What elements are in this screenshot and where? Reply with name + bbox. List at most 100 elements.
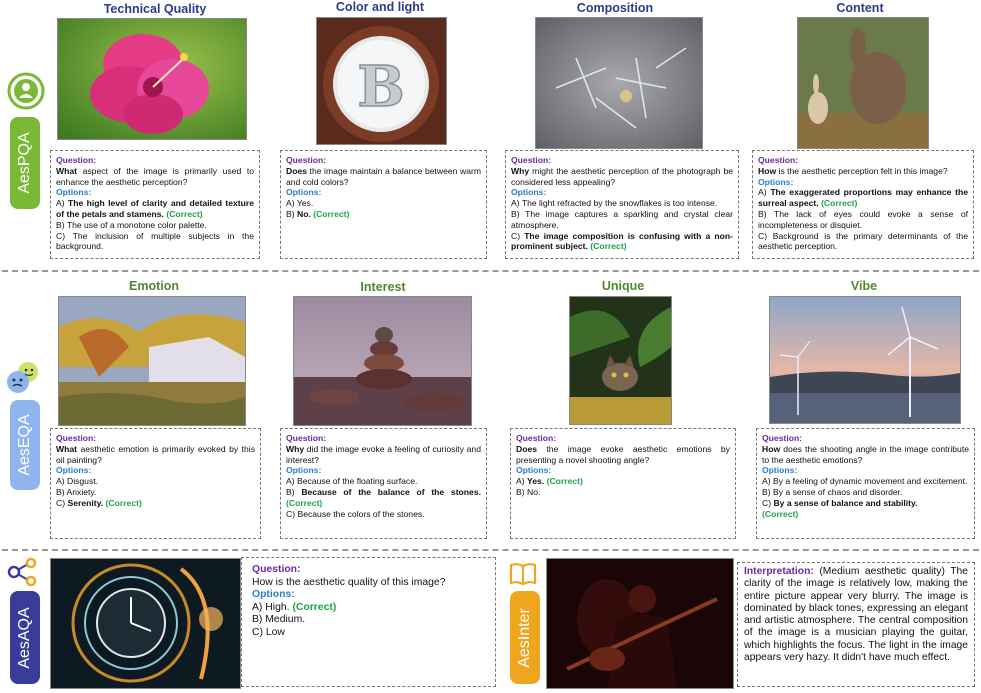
option-a-prefix: A): [758, 187, 771, 198]
correct-tag: (Correct): [546, 476, 583, 487]
options-label: Options:: [762, 465, 798, 476]
title-interest: Interest: [360, 280, 406, 294]
option-a: A) Disgust.: [56, 476, 99, 487]
question-box-interest: Question: Why did the image evoke a feel…: [280, 428, 487, 539]
photo-cat-in-leaves: [569, 296, 672, 425]
correct-tag: (Correct): [590, 241, 627, 252]
correct-tag: (Correct): [286, 497, 323, 508]
question-text: might the aesthetic perception of the ph…: [511, 165, 733, 187]
question-keyword: Why: [286, 443, 305, 454]
option-c-prefix: C): [56, 497, 68, 508]
section-divider-2: [2, 549, 979, 551]
option-b: B) The image captures a sparkling and cr…: [511, 208, 733, 230]
title-unique: Unique: [601, 279, 645, 293]
photo-clock-artwork: [50, 558, 241, 689]
question-label: Question:: [286, 433, 327, 443]
question-keyword: Does: [516, 443, 538, 454]
option-a: A) Yes.: [286, 198, 314, 209]
options-label: Options:: [56, 465, 92, 476]
options-label: Options:: [286, 465, 322, 476]
aesaqa-side-label: AesAQA: [10, 591, 40, 684]
correct-tag: (Correct): [166, 208, 203, 219]
photo-guitarist: [546, 558, 734, 689]
correct-tag: (Correct): [821, 198, 858, 209]
photo-rabbits: [797, 17, 929, 149]
question-label: Question:: [516, 433, 557, 443]
photo-pink-flower: [57, 18, 247, 140]
question-text: does the shooting angle in the image con…: [762, 443, 969, 465]
question-label: Question:: [56, 155, 97, 165]
question-text: is the aesthetic perception felt in this…: [776, 165, 948, 176]
question-text: the image maintain a balance between war…: [286, 165, 481, 187]
option-a-prefix: A): [56, 198, 68, 209]
question-label: Question:: [56, 433, 97, 443]
title-emotion: Emotion: [129, 279, 179, 293]
correct-tag: (Correct): [762, 508, 799, 519]
photo-coffee-cup: B: [316, 17, 447, 145]
option-a-prefix: A): [516, 476, 527, 487]
question-keyword: How: [762, 443, 781, 454]
photo-snowflakes: [535, 17, 703, 149]
title-content: Content: [836, 1, 884, 15]
options-label: Options:: [758, 176, 794, 187]
question-label: Question:: [286, 155, 327, 165]
aeseqa-side-label: AesEQA: [10, 400, 40, 490]
svg-text:B: B: [357, 54, 404, 120]
question-text: did the image evoke a feeling of curiosi…: [286, 443, 481, 465]
question-box-content: Question: How is the aesthetic perceptio…: [752, 150, 974, 259]
options-label: Options:: [516, 465, 552, 476]
aespqa-icon: [7, 72, 45, 110]
options-label: Options:: [56, 187, 92, 198]
options-label: Options:: [252, 589, 295, 601]
option-b: B) Medium.: [252, 614, 306, 626]
question-box-technical-quality: Question: What aspect of the image is pr…: [50, 150, 260, 259]
title-color-and-light: Color and light: [335, 0, 425, 14]
section-divider-1: [2, 270, 979, 272]
option-a-text: The exaggerated proportions may enhance …: [758, 187, 968, 209]
question-keyword: What: [56, 443, 78, 454]
option-b-text: No.: [296, 208, 311, 219]
option-b-prefix: B): [286, 208, 297, 219]
title-composition: Composition: [576, 1, 654, 15]
option-c-prefix: C): [762, 497, 774, 508]
option-b: B) The lack of eyes could evoke a sense …: [758, 208, 968, 230]
option-a: A) The light refracted by the snowflakes…: [511, 198, 718, 209]
title-technical-quality: Technical Quality: [103, 2, 207, 16]
question-keyword: What: [56, 165, 78, 176]
question-text: the image evoke aesthetic emotions by pr…: [516, 443, 730, 465]
question-text: aspect of the image is primarily used to…: [56, 165, 254, 187]
question-box-emotion: Question: What aesthetic emotion is prim…: [50, 428, 261, 539]
interpretation-text: The clarity of the image is relatively l…: [744, 566, 968, 664]
option-c: C) Low: [252, 626, 285, 638]
interpretation-level: (Medium aesthetic quality): [819, 566, 945, 577]
question-box-aesaqa: Question: How is the aesthetic quality o…: [241, 557, 496, 687]
option-b: B) No.: [516, 486, 541, 497]
option-a-text: Yes.: [526, 476, 545, 487]
photo-stacked-stones: [293, 296, 472, 426]
option-c: C) Because the colors of the stones.: [286, 508, 425, 519]
option-b: B) The use of a monotone color palette.: [56, 219, 207, 230]
correct-tag: (Correct): [105, 497, 142, 508]
question-keyword: Does: [286, 165, 308, 176]
title-vibe: Vibe: [850, 279, 878, 293]
options-label: Options:: [511, 187, 547, 198]
option-c-text: By a sense of balance and stability.: [773, 497, 918, 508]
option-a: A) By a feeling of dynamic movement and …: [762, 476, 968, 487]
option-b-text: Because of the balance of the stones.: [301, 486, 482, 497]
option-c-prefix: C): [511, 230, 525, 241]
option-b: B) By a sense of chaos and disorder.: [762, 486, 903, 497]
aesaqa-icon: [6, 557, 40, 587]
question-keyword: How: [758, 165, 777, 176]
options-label: Options:: [286, 187, 322, 198]
question-label: Question:: [511, 155, 552, 165]
question-text: How is the aesthetic quality of this ima…: [252, 576, 446, 588]
correct-tag: (Correct): [292, 601, 337, 613]
option-b-prefix: B): [286, 486, 302, 497]
option-c-text: Serenity.: [67, 497, 104, 508]
aespqa-side-label: AesPQA: [10, 117, 40, 209]
option-a: A) Because of the floating surface.: [286, 476, 418, 487]
question-text: aesthetic emotion is primarily evoked by…: [56, 443, 255, 465]
question-box-composition: Question: Why might the aesthetic percep…: [505, 150, 739, 259]
question-keyword: Why: [511, 165, 530, 176]
photo-oil-painting: [58, 296, 246, 426]
